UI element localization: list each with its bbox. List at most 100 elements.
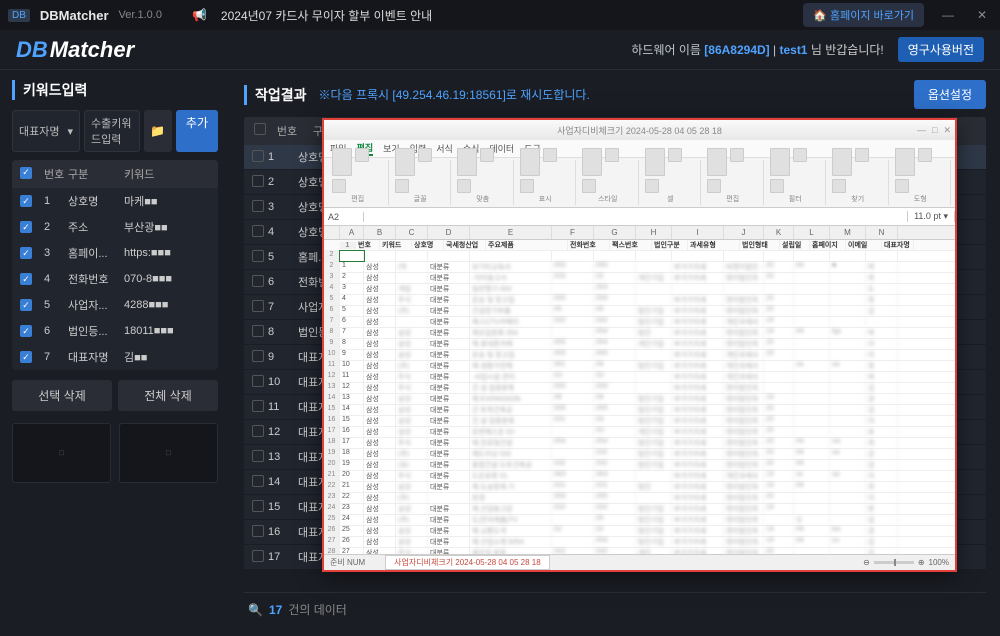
ribbon-icon[interactable] <box>645 179 659 193</box>
row-checkbox[interactable] <box>252 150 264 162</box>
excel-data-row[interactable]: 1413삼성삼성대분류제.EXPANSION0606법인기업부가가치세영리법인의… <box>324 394 955 405</box>
excel-data-row[interactable]: 1514삼성삼성대분류건 토목건축공055055법인기업부가가치세영리법인의20… <box>324 405 955 416</box>
col-header[interactable]: E <box>470 226 552 239</box>
row-checkbox[interactable] <box>252 550 264 562</box>
excel-sheet-tab[interactable]: 사업자디비체크기 2024-05-28 04 05 28 18 <box>385 555 550 570</box>
excel-data-row[interactable]: 2120삼성주식대분류도온유류 01063063부가가치세개인과세사19sssa… <box>324 471 955 482</box>
add-button[interactable]: 추가 <box>176 110 218 152</box>
excel-data-row[interactable]: 1716삼성삼성대분류운판매스운 02-02-개인기업부가가치세영리법인의20유 <box>324 427 955 438</box>
col-header[interactable]: K <box>764 226 794 239</box>
minimize-button[interactable]: — <box>938 5 958 25</box>
thumbnail-2[interactable]: ▫ <box>119 423 218 483</box>
ribbon-icon[interactable] <box>918 148 932 162</box>
col-header[interactable]: B <box>364 226 396 239</box>
ribbon-icon[interactable] <box>582 148 602 176</box>
excel-data-row[interactable]: 1918삼성(주)대분류제도자상 032032법인기업부가가치세영리법인의20h… <box>324 449 955 460</box>
delete-selected-button[interactable]: 선택 삭제 <box>12 380 112 411</box>
ribbon-icon[interactable] <box>332 179 346 193</box>
row-checkbox[interactable] <box>252 325 264 337</box>
ribbon-icon[interactable] <box>645 148 665 176</box>
row-checkbox[interactable] <box>252 475 264 487</box>
excel-data-row[interactable]: 43삼성개일대분류일반쟁기 053053도 <box>324 284 955 295</box>
zoom-slider[interactable] <box>874 561 914 564</box>
keyword-row[interactable]: ✓ 3 홈페이... https:■■■ <box>12 240 218 266</box>
col-header[interactable]: D <box>428 226 470 239</box>
row-checkbox[interactable] <box>252 250 264 262</box>
excel-data-row[interactable]: 2019삼성(유)대분류종합건설 도토건축공032032법인기업부가가치세영리법… <box>324 460 955 471</box>
keyword-row[interactable]: ✓ 1 상호명 마케■■ <box>12 188 218 214</box>
excel-data-row[interactable]: 2423삼성삼성대분류제.산업용고압032032법인기업부가가치세영리법인의19… <box>324 504 955 515</box>
row-checkbox[interactable] <box>252 425 264 437</box>
col-header[interactable]: L <box>794 226 830 239</box>
col-header[interactable]: C <box>396 226 428 239</box>
result-select-all[interactable] <box>254 123 266 135</box>
select-all-checkbox[interactable]: ✓ <box>20 167 32 179</box>
spreadsheet-window[interactable]: 사업자디비체크기 2024-05-28 04 05 28 18 — □ ✕ 파일… <box>322 118 957 572</box>
keyword-row[interactable]: ✓ 4 전화번호 070-8■■■ <box>12 266 218 292</box>
ribbon-icon[interactable] <box>707 179 721 193</box>
col-header[interactable]: H <box>636 226 672 239</box>
excel-data-row[interactable]: 1817삼성주식대분류제.진료및건설054054법인기업부가가치세영리법인의20… <box>324 438 955 449</box>
col-header[interactable]: A <box>340 226 364 239</box>
keyword-row[interactable]: ✓ 2 주소 부산광■■ <box>12 214 218 240</box>
ribbon-icon[interactable] <box>605 148 619 162</box>
col-header[interactable]: N <box>866 226 898 239</box>
row-checkbox[interactable] <box>252 350 264 362</box>
row-checkbox[interactable]: ✓ <box>20 247 32 259</box>
excel-data-row[interactable]: 1110삼성(주)대분류제.생활가전제06106법인기업부가가치세개인과세사sa… <box>324 361 955 372</box>
excel-data-row[interactable]: 2221삼성삼성대분류제.도송항제 기031031법인부가가치세영리법인의19h… <box>324 482 955 493</box>
excel-data-row[interactable]: 98삼성삼성대분류제.휴대폰카메055054개인기업부가가치세영리법인의20이 <box>324 339 955 350</box>
ribbon-icon[interactable] <box>832 179 846 193</box>
ribbon-icon[interactable] <box>520 148 540 176</box>
col-header[interactable]: J <box>724 226 764 239</box>
row-checkbox[interactable]: ✓ <box>20 221 32 233</box>
excel-data-row[interactable]: 1615삼성삼성대분류건 설 업종분류03103법인기업부가가치세영리법인의20… <box>324 416 955 427</box>
row-checkbox[interactable] <box>252 525 264 537</box>
homepage-button[interactable]: 🏠 홈페이지 바로가기 <box>803 3 924 27</box>
excel-data-row[interactable]: 2726삼성삼성대분류제.산업소재 5054054법인기업부가가치세영리법인의1… <box>324 537 955 548</box>
ribbon-icon[interactable] <box>895 148 915 176</box>
excel-data-row[interactable]: 21삼성(학대분류보기타교육서055055부가가치세비영리법인20htt■박 <box>324 262 955 273</box>
col-header[interactable]: I <box>672 226 724 239</box>
excel-maximize-icon[interactable]: □ <box>932 125 937 136</box>
ribbon-icon[interactable] <box>543 148 557 162</box>
keyword-row[interactable]: ✓ 5 사업자... 4288■■■ <box>12 292 218 318</box>
excel-data-row[interactable]: 109삼성삼성대분류운송 및 창고업055055부가가치세개인과세사20이 <box>324 350 955 361</box>
ribbon-icon[interactable] <box>332 148 352 176</box>
ribbon-icon[interactable] <box>457 148 477 176</box>
excel-data-row[interactable]: 76삼성대분류제.CCTV카메라032032법인기업부가가치세개인과세사19 <box>324 317 955 328</box>
keyword-row[interactable]: ✓ 7 대표자명 김■■ <box>12 344 218 370</box>
ribbon-icon[interactable] <box>793 148 807 162</box>
category-select[interactable]: 대표자명▾ <box>12 110 80 152</box>
close-button[interactable]: ✕ <box>972 5 992 25</box>
zoom-out-icon[interactable]: ⊖ <box>863 558 870 567</box>
row-checkbox[interactable] <box>252 300 264 312</box>
row-checkbox[interactable]: ✓ <box>20 273 32 285</box>
ribbon-icon[interactable] <box>770 148 790 176</box>
ribbon-icon[interactable] <box>418 148 432 162</box>
thumbnail-1[interactable]: ▫ <box>12 423 111 483</box>
excel-data-row[interactable]: 65삼성(주)대분류건설장기부품0505법인기업부가가치세영리법인의20김 <box>324 306 955 317</box>
excel-minimize-icon[interactable]: — <box>917 125 926 136</box>
options-button[interactable]: 옵션설정 <box>914 80 986 109</box>
ribbon-icon[interactable] <box>855 148 869 162</box>
excel-data-row[interactable]: 1211삼성주식대분류·사업시설 관리02-02-부가가치세개인과세사위 <box>324 372 955 383</box>
cell-reference[interactable]: A2 <box>324 212 364 222</box>
row-checkbox[interactable] <box>252 275 264 287</box>
row-checkbox[interactable] <box>252 500 264 512</box>
col-header[interactable]: G <box>594 226 636 239</box>
row-checkbox[interactable] <box>252 200 264 212</box>
ribbon-icon[interactable] <box>480 148 494 162</box>
ribbon-icon[interactable] <box>832 148 852 176</box>
ribbon-icon[interactable] <box>395 179 409 193</box>
row-checkbox[interactable]: ✓ <box>20 351 32 363</box>
folder-button[interactable]: 📁 <box>144 110 172 152</box>
ribbon-icon[interactable] <box>770 179 784 193</box>
ribbon-icon[interactable] <box>668 148 682 162</box>
excel-data-row[interactable]: 54삼성주식대분류운송 및 창고업055055부가가치세영리법인의20정 <box>324 295 955 306</box>
excel-data-row[interactable]: 2524삼성(주)대분류도(전자제품(TV05법인기업부가가치세영리법인의오김 <box>324 515 955 526</box>
row-checkbox[interactable] <box>252 175 264 187</box>
zoom-in-icon[interactable]: ⊕ <box>918 558 925 567</box>
row-checkbox[interactable]: ✓ <box>20 195 32 207</box>
row-checkbox[interactable] <box>252 225 264 237</box>
